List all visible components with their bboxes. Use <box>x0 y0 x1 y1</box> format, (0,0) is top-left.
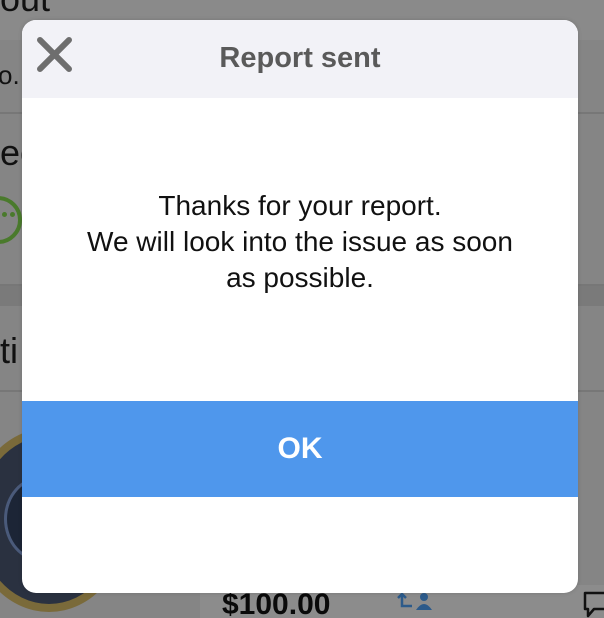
report-sent-dialog: Report sent Thanks for your report. We w… <box>22 20 578 593</box>
background-row-text: ti <box>0 330 18 371</box>
ok-button[interactable]: OK <box>22 401 578 497</box>
dialog-header: Report sent <box>22 20 578 98</box>
background-row-text: o. <box>0 60 20 90</box>
background-top-text: out <box>0 0 50 20</box>
dialog-message-line: as possible. <box>226 262 374 293</box>
screen: out o. ec ti $100.00 Report sent Thanks … <box>0 0 604 618</box>
share-user-icon <box>397 592 432 610</box>
dialog-message: Thanks for your report. We will look int… <box>42 188 558 296</box>
dialog-message-line: Thanks for your report. <box>158 190 442 221</box>
dialog-title: Report sent <box>219 42 381 74</box>
dialog-message-line: We will look into the issue as soon <box>87 226 513 257</box>
chat-bubble-icon <box>583 591 604 618</box>
